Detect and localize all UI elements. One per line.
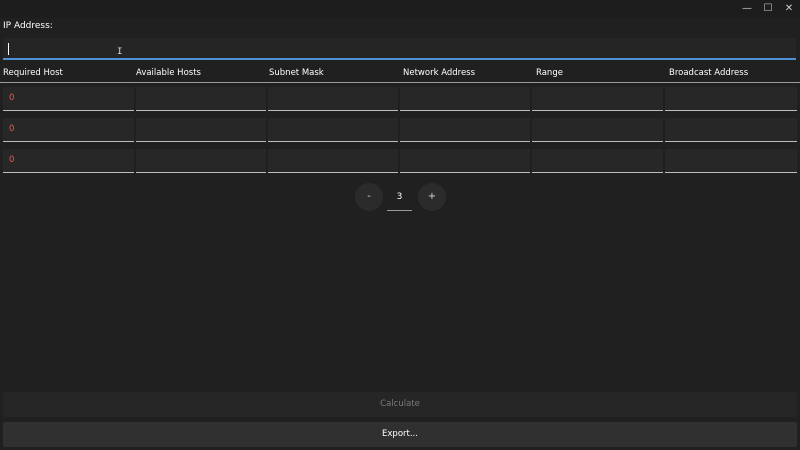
available-hosts-cell xyxy=(136,118,266,142)
required-host-input[interactable]: 0 xyxy=(3,149,134,173)
close-icon[interactable]: ✕ xyxy=(778,0,800,18)
text-caret xyxy=(8,43,9,55)
broadcast-address-cell xyxy=(665,149,797,173)
title-bar: — ☐ ✕ xyxy=(0,0,800,18)
broadcast-address-cell xyxy=(665,87,797,111)
required-host-value: 0 xyxy=(9,93,15,103)
table-row: 0 xyxy=(0,87,800,112)
subnet-mask-cell xyxy=(268,87,398,111)
text-cursor-icon: I xyxy=(117,47,123,57)
increment-button[interactable]: + xyxy=(418,183,446,211)
network-address-cell xyxy=(400,118,530,142)
network-address-cell xyxy=(400,87,530,111)
required-host-input[interactable]: 0 xyxy=(3,87,134,111)
header-range: Range xyxy=(536,68,563,78)
table-header: Required Host Available Hosts Subnet Mas… xyxy=(0,66,800,83)
available-hosts-cell xyxy=(136,149,266,173)
available-hosts-cell xyxy=(136,87,266,111)
subnet-mask-cell xyxy=(268,149,398,173)
range-cell xyxy=(532,87,663,111)
header-network-address: Network Address xyxy=(403,68,476,78)
export-button[interactable]: Export... xyxy=(3,422,797,447)
decrement-button[interactable]: - xyxy=(355,183,383,211)
header-subnet-mask: Subnet Mask xyxy=(269,68,324,78)
network-address-cell xyxy=(400,149,530,173)
header-broadcast-address: Broadcast Address xyxy=(669,68,749,78)
app-window: — ☐ ✕ IP Address: I Required Host Availa… xyxy=(0,0,800,450)
table-row: 0 xyxy=(0,149,800,174)
header-available-hosts: Available Hosts xyxy=(136,68,201,78)
row-count-input[interactable]: 3 xyxy=(387,186,412,211)
required-host-value: 0 xyxy=(9,155,15,165)
subnet-mask-cell xyxy=(268,118,398,142)
minimize-icon[interactable]: — xyxy=(736,0,758,18)
ip-address-label: IP Address: xyxy=(3,21,53,31)
required-host-input[interactable]: 0 xyxy=(3,118,134,142)
broadcast-address-cell xyxy=(665,118,797,142)
calculate-button[interactable]: Calculate xyxy=(3,392,797,417)
header-required-host: Required Host xyxy=(3,68,63,78)
maximize-icon[interactable]: ☐ xyxy=(757,0,779,18)
range-cell xyxy=(532,149,663,173)
required-host-value: 0 xyxy=(9,124,15,134)
table-row: 0 xyxy=(0,118,800,143)
range-cell xyxy=(532,118,663,142)
